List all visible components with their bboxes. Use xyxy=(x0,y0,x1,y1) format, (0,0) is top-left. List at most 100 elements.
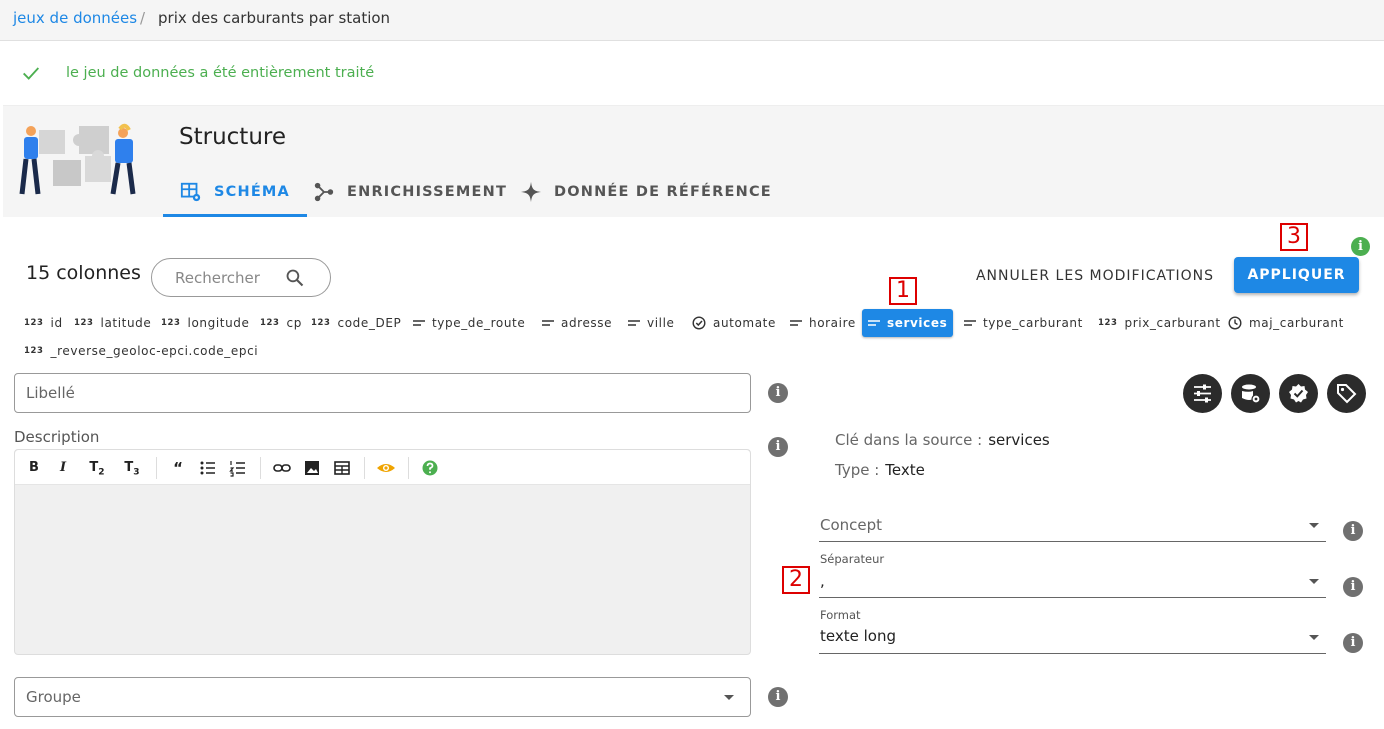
image-icon[interactable] xyxy=(302,458,322,478)
column-chip-label: longitude xyxy=(187,316,250,330)
column-chip-label: type_carburant xyxy=(983,316,1083,330)
column-chip-label: type_de_route xyxy=(432,316,526,330)
column-chip-label: id xyxy=(50,316,63,330)
tab-donnee-de-reference-label: DONNÉE DE RÉFÉRENCE xyxy=(554,184,772,200)
column-chip-label: prix_carburant xyxy=(1124,316,1221,330)
column-chip-label: ville xyxy=(647,316,675,330)
toolbar-divider xyxy=(156,457,157,479)
column-chip-ville[interactable]: ville xyxy=(622,309,681,337)
toolbar-divider xyxy=(408,457,409,479)
bold-icon[interactable]: B xyxy=(24,458,44,478)
link-icon[interactable] xyxy=(272,458,292,478)
column-chip-label: cp xyxy=(286,316,302,330)
format-value: texte long xyxy=(820,627,896,645)
tab-schema-label: SCHÉMA xyxy=(214,184,290,200)
annotation-marker-2: 2 xyxy=(782,566,810,594)
groupe-placeholder: Groupe xyxy=(26,688,81,706)
tab-schema[interactable]: SCHÉMA xyxy=(163,168,307,217)
tab-enrichissement[interactable]: ENRICHISSEMENT xyxy=(313,168,507,216)
table-cog-icon xyxy=(180,182,201,202)
type-label: Type : xyxy=(835,461,880,479)
column-chip-id[interactable]: 123 id xyxy=(18,309,69,337)
validation-button[interactable] xyxy=(1279,374,1318,413)
status-message: le jeu de données a été entièrement trai… xyxy=(66,65,375,81)
cancel-changes-button[interactable]: ANNULER LES MODIFICATIONS xyxy=(966,258,1224,294)
annotation-marker-1: 1 xyxy=(889,277,917,305)
column-chip-type_de_route[interactable]: type_de_route xyxy=(407,309,531,337)
annotation-marker-3: 3 xyxy=(1280,223,1308,251)
check-icon xyxy=(23,67,40,80)
search-icon[interactable] xyxy=(285,268,305,288)
numeric-type-icon: 123 xyxy=(24,346,44,356)
info-icon[interactable]: i xyxy=(768,687,788,707)
chevron-down-icon xyxy=(724,695,734,700)
column-chip-adresse[interactable]: adresse xyxy=(536,309,618,337)
column-chip-longitude[interactable]: 123 longitude xyxy=(155,309,256,337)
column-chip-horaire[interactable]: horaire xyxy=(784,309,862,337)
processing-status: le jeu de données a été entièrement trai… xyxy=(20,60,374,86)
type-value: Texte xyxy=(885,461,925,479)
column-chip-latitude[interactable]: 123 latitude xyxy=(68,309,157,337)
column-chip-label: code_DEP xyxy=(337,316,402,330)
format-label: Format xyxy=(820,608,861,622)
tab-donnee-de-reference[interactable]: DONNÉE DE RÉFÉRENCE xyxy=(520,168,772,216)
page-title: Structure xyxy=(179,124,286,150)
bullet-list-icon[interactable] xyxy=(198,458,218,478)
preview-eye-icon[interactable] xyxy=(376,458,396,478)
database-settings-button[interactable] xyxy=(1231,374,1270,413)
info-icon[interactable]: i xyxy=(768,383,788,403)
numeric-type-icon: 123 xyxy=(311,318,331,328)
italic-icon[interactable]: I xyxy=(53,458,73,478)
separator-value: , xyxy=(820,572,825,590)
libelle-placeholder: Libellé xyxy=(26,384,75,402)
settings-sliders-button[interactable] xyxy=(1183,374,1222,413)
info-icon[interactable]: i xyxy=(1343,633,1363,653)
concept-select[interactable]: Concept xyxy=(819,511,1326,542)
column-chip-code_DEP[interactable]: 123 code_DEP xyxy=(305,309,407,337)
info-icon[interactable]: i xyxy=(1343,577,1363,597)
groupe-select[interactable]: Groupe xyxy=(14,677,751,717)
column-chip-services[interactable]: services xyxy=(862,309,954,337)
column-chip-label: services xyxy=(887,316,948,330)
breadcrumb-current: prix des carburants par station xyxy=(158,9,391,27)
table-icon[interactable] xyxy=(332,458,352,478)
apply-button[interactable]: APPLIQUER xyxy=(1234,257,1359,293)
heading2-icon[interactable]: T2 xyxy=(85,458,109,478)
column-chip-automate[interactable]: automate xyxy=(686,309,782,337)
tag-button[interactable] xyxy=(1327,374,1366,413)
column-chip-prix_carburant[interactable]: 123 prix_carburant xyxy=(1092,309,1227,337)
separator-label: Séparateur xyxy=(820,552,885,566)
libelle-field[interactable]: Libellé xyxy=(14,373,751,413)
source-key-label: Clé dans la source : xyxy=(835,431,983,449)
heading3-icon[interactable]: T3 xyxy=(120,458,144,478)
column-chip-_reverse_geoloc-epci.code_epci[interactable]: 123 _reverse_geoloc-epci.code_epci xyxy=(18,337,264,365)
separator-input[interactable]: Séparateur , xyxy=(819,552,1326,598)
source-key-value: services xyxy=(988,431,1050,449)
info-icon[interactable]: i xyxy=(768,437,788,457)
tab-enrichissement-label: ENRICHISSEMENT xyxy=(347,184,508,200)
description-editor[interactable]: B I T2 T3 “ xyxy=(14,449,751,655)
help-icon[interactable] xyxy=(420,458,440,478)
column-chip-type_carburant[interactable]: type_carburant xyxy=(958,309,1089,337)
column-chip-maj_carburant[interactable]: maj_carburant xyxy=(1222,309,1350,337)
chevron-down-icon xyxy=(1309,579,1319,584)
info-icon[interactable]: i xyxy=(1343,521,1363,541)
graph-icon xyxy=(314,182,334,202)
chevron-down-icon xyxy=(1309,523,1319,528)
format-select[interactable]: Format texte long xyxy=(819,608,1326,654)
search-placeholder: Rechercher xyxy=(175,269,260,287)
column-chip-label: latitude xyxy=(100,316,152,330)
sliders-icon xyxy=(1194,384,1211,403)
quote-icon[interactable]: “ xyxy=(168,458,188,478)
numbered-list-icon[interactable] xyxy=(228,458,248,478)
text-type-icon xyxy=(413,320,425,326)
column-chip-cp[interactable]: 123 cp xyxy=(254,309,308,337)
search-input[interactable]: Rechercher xyxy=(151,258,331,297)
numeric-type-icon: 123 xyxy=(161,318,181,328)
toolbar-divider xyxy=(260,457,261,479)
description-label: Description xyxy=(14,428,100,446)
text-type-icon xyxy=(628,320,640,326)
breadcrumb-link-datasets[interactable]: jeux de données xyxy=(13,9,137,27)
column-chip-label: _reverse_geoloc-epci.code_epci xyxy=(50,344,259,358)
info-icon[interactable]: i xyxy=(1351,237,1370,256)
